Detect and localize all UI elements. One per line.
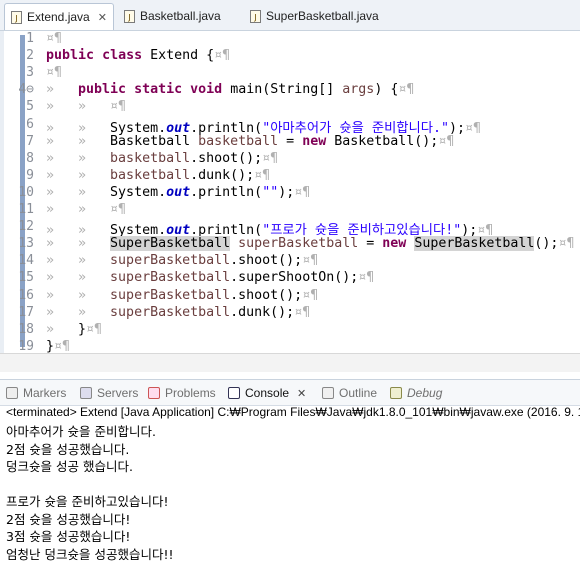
tab-basketball-java[interactable]: J Basketball.java xyxy=(118,3,243,29)
horizontal-scrollbar[interactable] xyxy=(0,353,580,372)
line-number: 12 xyxy=(18,219,34,235)
java-file-icon: J xyxy=(124,9,135,23)
tab-servers[interactable]: Servers xyxy=(80,384,138,402)
line-number: 11 xyxy=(18,202,34,217)
line-number: 16 xyxy=(18,287,34,303)
editor-tab-bar: J Extend.java ✕ J Basketball.java J Supe… xyxy=(0,0,580,31)
code-line[interactable]: » » basketball.dunk();¤¶ xyxy=(46,168,270,183)
code-line[interactable]: » » ¤¶ xyxy=(46,99,126,114)
console-line: 덩크슛을 성공 했습니다. xyxy=(6,459,133,474)
console-icon xyxy=(228,387,240,399)
servers-icon xyxy=(80,387,92,399)
line-number: 18 xyxy=(18,321,34,337)
line-number: 7 xyxy=(26,133,34,149)
code-line[interactable]: » » ¤¶ xyxy=(46,202,126,217)
code-line[interactable]: » » System.out.println("");¤¶ xyxy=(46,185,310,200)
tab-problems[interactable]: Problems xyxy=(148,384,216,402)
line-number: 2 xyxy=(26,48,34,64)
markers-icon xyxy=(6,387,18,399)
line-number: 10 xyxy=(18,184,34,200)
line-number: 14 xyxy=(18,253,34,269)
line-number: 13 xyxy=(18,236,34,252)
console-line: 3점 슛을 성공했습니다! xyxy=(6,529,131,544)
line-number: 3 xyxy=(26,65,34,81)
code-line[interactable]: » » basketball.shoot();¤¶ xyxy=(46,151,278,166)
problems-icon xyxy=(148,387,160,399)
close-console-icon[interactable]: ✕ xyxy=(297,387,306,400)
line-number: 9 xyxy=(26,167,34,183)
code-line[interactable]: » » superBasketball.shoot();¤¶ xyxy=(46,253,318,268)
line-number: 4⊖ xyxy=(18,82,34,98)
code-line[interactable]: public class Extend {¤¶ xyxy=(46,48,230,63)
code-editor[interactable]: 1 2 3 4⊖ 5 6 7 8 9 10 11 12 13 14 15 16 17 18 19 ¤¶ public … xyxy=(0,31,580,354)
line-number: 5 xyxy=(26,99,34,115)
tab-markers[interactable]: Markers xyxy=(6,384,66,402)
java-file-icon: J xyxy=(250,9,261,23)
code-line[interactable]: » » superBasketball.dunk();¤¶ xyxy=(46,305,310,320)
code-line[interactable]: » » SuperBasketball superBasketball = ne… xyxy=(46,236,574,252)
outline-icon xyxy=(322,387,334,399)
console-line: 프로가 슛을 준비하고있습니다! xyxy=(6,494,169,509)
close-tab-icon[interactable]: ✕ xyxy=(98,11,107,24)
line-number: 15 xyxy=(18,270,34,286)
tab-extend-java[interactable]: J Extend.java ✕ xyxy=(4,3,114,30)
tab-label: Basketball.java xyxy=(140,9,221,23)
code-line[interactable]: ¤¶ xyxy=(46,31,62,46)
console-line: 아마추어가 슛을 준비합니다. xyxy=(6,424,156,439)
tab-console[interactable]: Console ✕ xyxy=(228,384,306,402)
console-line: 2점 슛을 성공했습니다! xyxy=(6,511,131,527)
tab-label: SuperBasketball.java xyxy=(266,9,379,23)
java-file-icon: J xyxy=(11,10,22,24)
code-line[interactable]: ¤¶ xyxy=(46,65,62,80)
line-number: 17 xyxy=(18,304,34,320)
console-status: <terminated> Extend [Java Application] C… xyxy=(6,405,580,419)
tab-superbasketball-java[interactable]: J SuperBasketball.java xyxy=(244,3,394,29)
code-line[interactable]: » » Basketball basketball = new Basketba… xyxy=(46,134,454,149)
console-line: 2점 슛을 성공했습니다. xyxy=(6,441,130,457)
line-number: 19 xyxy=(18,338,34,354)
line-number: 8 xyxy=(26,150,34,166)
code-line[interactable]: }¤¶ xyxy=(46,339,70,354)
line-number: 6 xyxy=(26,116,34,132)
code-line[interactable]: » » superBasketball.superShootOn();¤¶ xyxy=(46,270,374,285)
tab-label: Extend.java xyxy=(27,10,90,24)
tab-debug[interactable]: Debug xyxy=(390,384,442,402)
tab-outline[interactable]: Outline xyxy=(322,384,377,402)
panel-tab-bar: Markers Servers Problems Console ✕ Outli… xyxy=(0,379,580,406)
code-line[interactable]: » » superBasketball.shoot();¤¶ xyxy=(46,288,318,303)
code-line[interactable]: » }¤¶ xyxy=(46,322,102,337)
console-output: 아마추어가 슛을 준비합니다. 2점 슛을 성공했습니다. 덩크슛을 성공 했습니다… xyxy=(6,423,173,563)
console-line: 엄청난 덩크슛을 성공했습니다!! xyxy=(6,546,174,562)
code-line[interactable]: » public static void main(String[] args)… xyxy=(46,82,414,97)
debug-icon xyxy=(390,387,402,399)
line-number: 1 xyxy=(26,31,34,46)
